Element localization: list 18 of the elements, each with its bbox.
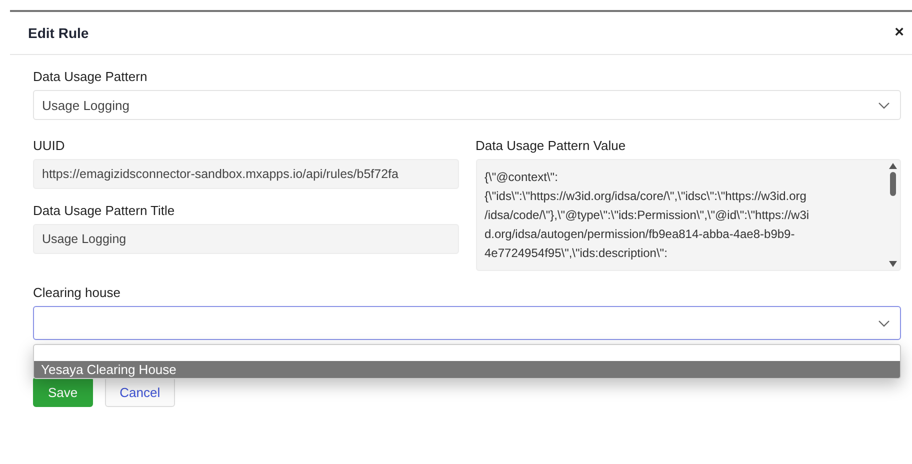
chevron-down-icon xyxy=(878,102,890,108)
field-label: Data Usage Pattern Value xyxy=(476,138,627,153)
dialog-title: Edit Rule xyxy=(28,25,89,41)
cancel-button[interactable]: Cancel xyxy=(104,377,176,407)
title-field[interactable]: Usage Logging xyxy=(33,224,458,254)
scroll-up-icon[interactable] xyxy=(889,163,897,169)
field-label: Data Usage Pattern xyxy=(33,69,148,84)
value-textarea[interactable]: {\"@context\": {\"ids\":\"https://w3id.org/idsa/core/\",\"idsc\":\"https://w3id.org /idsa/code/\"},\"@type\":\"ids:Permission\",\"@id\":\"https://w3i d.org/idsa/autogen/permission/fb9ea814-abba-4ae8-b9b9- 4e7724954f95\",\"ids:description\": xyxy=(476,159,901,271)
field-label: Clearing house xyxy=(33,285,122,300)
field-label: UUID xyxy=(33,138,66,153)
scrollbar-thumb[interactable] xyxy=(890,172,896,196)
close-button[interactable]: × xyxy=(892,24,906,42)
chevron-down-icon xyxy=(878,320,890,326)
uuid-field[interactable]: https://emagizidsconnector-sandbox.mxapps.io/api/rules/b5f72fa xyxy=(33,159,458,189)
pattern-select[interactable]: Usage Logging xyxy=(33,90,901,120)
scroll-down-icon[interactable] xyxy=(889,261,897,267)
dropdown-option[interactable]: Yesaya Clearing House xyxy=(34,361,900,378)
field-label: Data Usage Pattern Title xyxy=(33,203,176,218)
